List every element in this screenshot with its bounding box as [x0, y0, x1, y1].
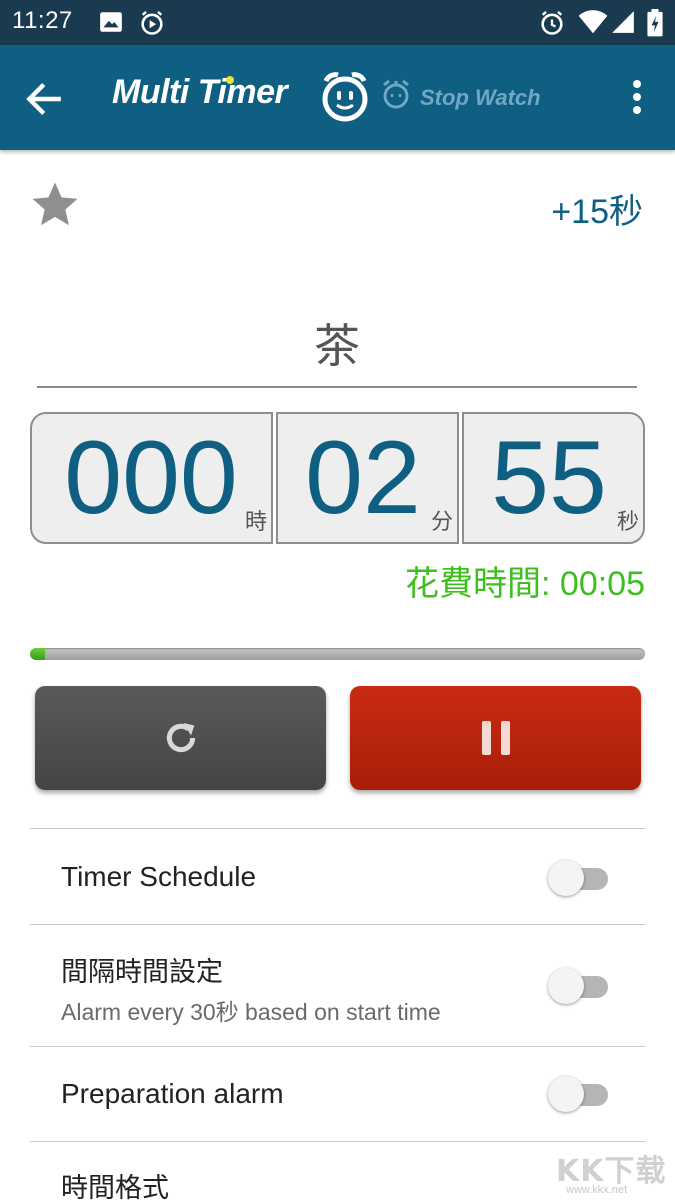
toggle-thumb: [548, 860, 584, 896]
divider: [30, 924, 645, 925]
star-icon[interactable]: [28, 178, 82, 232]
status-time: 11:27: [12, 7, 73, 34]
hours-value: 000: [64, 420, 238, 536]
progress-bar: [30, 648, 645, 660]
pause-icon: [481, 721, 510, 755]
hours-display[interactable]: 000 時: [30, 412, 273, 544]
interval-setting-subtitle: Alarm every 30秒 based on start time: [61, 999, 441, 1025]
divider: [30, 1046, 645, 1047]
app-title: Multi Timer: [112, 73, 288, 111]
image-icon: [100, 12, 122, 32]
logo-dot: [226, 76, 234, 84]
preparation-alarm-toggle[interactable]: [548, 1074, 610, 1114]
signal-icon: [612, 11, 634, 33]
refresh-icon: [166, 723, 195, 753]
divider: [30, 1141, 645, 1142]
pause-button[interactable]: [350, 686, 641, 790]
hours-unit: 時: [244, 510, 267, 535]
play-circle-icon: [141, 11, 163, 35]
app-bar: Multi Timer Stop Watch: [0, 45, 675, 150]
interval-setting-toggle[interactable]: [548, 966, 610, 1006]
minutes-display[interactable]: 02 分: [276, 412, 459, 544]
preparation-alarm-label: Preparation alarm: [61, 1078, 284, 1109]
status-bar: 11:27: [0, 0, 675, 45]
minutes-value: 02: [305, 420, 421, 536]
add-15-seconds-button[interactable]: +15秒: [551, 184, 643, 233]
progress-fill: [30, 648, 46, 660]
toggle-thumb: [548, 968, 584, 1004]
wifi-icon: [578, 10, 608, 34]
timer-name-field[interactable]: 茶: [37, 310, 637, 388]
clock-face-icon: [322, 72, 368, 122]
alarm-icon: [541, 11, 563, 35]
stopwatch-icon[interactable]: [380, 77, 412, 111]
seconds-display[interactable]: 55 秒: [462, 412, 645, 544]
elapsed-time: 花費時間: 00:05: [405, 565, 645, 603]
minutes-unit: 分: [430, 510, 453, 535]
more-vert-icon[interactable]: [620, 75, 654, 119]
timer-schedule-toggle[interactable]: [548, 858, 610, 898]
watermark-url: www.kkx.net: [566, 1184, 628, 1196]
toggle-thumb: [548, 1076, 584, 1112]
battery-icon: [647, 9, 663, 37]
stopwatch-tab[interactable]: Stop Watch: [420, 85, 541, 111]
back-arrow-icon[interactable]: [22, 77, 66, 121]
reset-button[interactable]: [35, 686, 326, 790]
interval-setting-label: 間隔時間設定: [61, 957, 223, 988]
divider: [30, 828, 645, 829]
time-format-label[interactable]: 時間格式: [61, 1166, 169, 1200]
seconds-unit: 秒: [616, 510, 639, 535]
seconds-value: 55: [491, 420, 607, 536]
timer-schedule-label: Timer Schedule: [61, 861, 257, 892]
